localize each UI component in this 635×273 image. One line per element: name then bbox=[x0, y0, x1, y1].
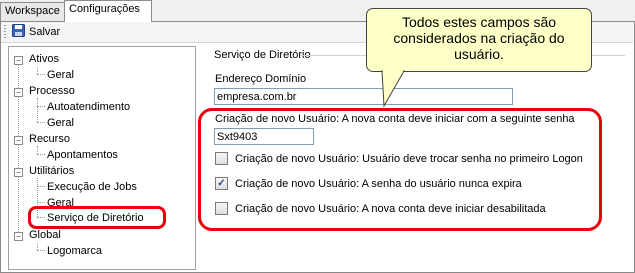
tree-item-processo[interactable]: Processo bbox=[29, 84, 75, 98]
save-label: Salvar bbox=[29, 26, 61, 38]
fields-highlight bbox=[198, 108, 602, 231]
tree-branch-line bbox=[37, 98, 38, 122]
callout-note: Todos estes campos são considerados na c… bbox=[366, 8, 592, 72]
tree-leaf-line bbox=[37, 250, 45, 251]
tree-leaf-line bbox=[37, 74, 45, 75]
tree-item-processo-geral[interactable]: Geral bbox=[47, 116, 74, 130]
tree-item-recurso[interactable]: Recurso bbox=[29, 132, 70, 146]
save-button[interactable]: Salvar bbox=[12, 24, 60, 40]
tree-leaf-line bbox=[37, 186, 45, 187]
collapse-icon[interactable]: − bbox=[14, 88, 23, 97]
collapse-icon[interactable]: − bbox=[14, 168, 23, 177]
tab-workspace[interactable]: Workspace bbox=[0, 2, 70, 21]
tree-item-autoatendimento[interactable]: Autoatendimento bbox=[47, 100, 130, 114]
domain-label: Endereço Domínio bbox=[215, 73, 307, 85]
tree-leaf-line bbox=[37, 106, 45, 107]
tree-item-execucao-jobs[interactable]: Execução de Jobs bbox=[47, 180, 137, 194]
settings-tree[interactable]: − Ativos Geral − Processo Autoatendiment… bbox=[8, 46, 196, 270]
tree-item-utilitarios[interactable]: Utilitários bbox=[29, 164, 74, 178]
tree-leaf-line bbox=[37, 154, 45, 155]
tree-leaf-line bbox=[37, 122, 45, 123]
collapse-icon[interactable]: − bbox=[14, 56, 23, 65]
tree-branch-line bbox=[37, 67, 38, 74]
section-title: Serviço de Diretório bbox=[214, 49, 311, 61]
collapse-icon[interactable]: − bbox=[14, 232, 23, 241]
tree-item-global[interactable]: Global bbox=[29, 228, 61, 242]
floppy-disk-icon bbox=[12, 24, 25, 40]
tree-leaf-line bbox=[37, 202, 45, 203]
tree-branch-line bbox=[37, 243, 38, 250]
tab-configuracoes[interactable]: Configurações bbox=[64, 0, 152, 22]
callout-pointer bbox=[381, 70, 405, 108]
tree-item-apontamentos[interactable]: Apontamentos bbox=[47, 148, 118, 162]
callout-line-2: considerados na criação do bbox=[393, 30, 565, 46]
domain-input[interactable]: empresa.com.br bbox=[214, 88, 513, 105]
callout-line-1: Todos estes campos são bbox=[401, 14, 557, 30]
collapse-icon[interactable]: − bbox=[14, 136, 23, 145]
tree-item-ativos[interactable]: Ativos bbox=[29, 52, 59, 66]
tree-selection-highlight bbox=[28, 206, 166, 229]
tree-branch-line bbox=[37, 146, 38, 154]
tree-item-ativos-geral[interactable]: Geral bbox=[47, 68, 74, 82]
toolbar-grip bbox=[4, 25, 6, 39]
tree-item-logomarca[interactable]: Logomarca bbox=[47, 244, 102, 258]
callout-line-3: usuário. bbox=[454, 46, 504, 62]
